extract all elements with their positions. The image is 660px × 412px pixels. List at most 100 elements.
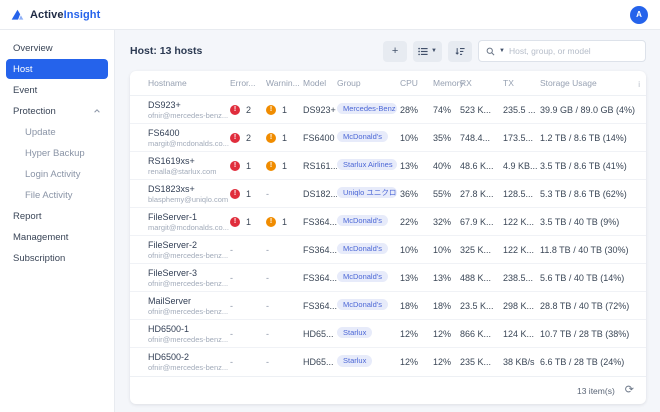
warning-cell: ! 1 bbox=[266, 104, 303, 115]
host-owner-email: ofnir@mercedes-benz... bbox=[148, 110, 229, 120]
cpu-cell: 12% bbox=[400, 328, 419, 339]
table-row[interactable]: HD6500-1 ofnir@mercedes-benz... - - HD65… bbox=[130, 320, 646, 348]
sidebar-item-file-activity[interactable]: File Activity bbox=[6, 185, 108, 205]
sidebar-item-label: Host bbox=[13, 63, 33, 75]
tx-cell: 238.5... bbox=[503, 272, 534, 283]
hostname-cell: DS1823xs+ blasphemy@uniqlo.com bbox=[148, 184, 230, 204]
model-cell: DS923+ bbox=[303, 104, 336, 115]
search-icon bbox=[486, 47, 495, 55]
table-row[interactable]: HD6500-2 ofnir@mercedes-benz... - - HD65… bbox=[130, 348, 646, 376]
host-table-card: Hostname Error... Warnin... Model Group … bbox=[130, 71, 646, 404]
group-chip[interactable]: McDonald's bbox=[337, 130, 388, 143]
error-count: 1 bbox=[246, 160, 252, 171]
column-header-truncated: i bbox=[638, 80, 640, 89]
column-header-error[interactable]: Error... bbox=[230, 78, 266, 88]
sort-button[interactable] bbox=[448, 40, 472, 62]
group-chip[interactable]: Starlux bbox=[337, 355, 373, 367]
hostname-cell: HD6500-1 ofnir@mercedes-benz... bbox=[148, 324, 230, 344]
memory-cell: 18% bbox=[433, 300, 452, 311]
column-header-model[interactable]: Model bbox=[303, 78, 337, 88]
tx-cell: 122 K... bbox=[503, 216, 535, 227]
warning-count: 1 bbox=[282, 104, 288, 115]
sidebar-item-label: Login Activity bbox=[25, 168, 81, 180]
sidebar-item-host[interactable]: Host bbox=[6, 59, 108, 79]
hostname-cell: FS6400 margit@mcdonalds.co... bbox=[148, 128, 230, 148]
host-name: RS1619xs+ bbox=[148, 155, 195, 166]
rx-cell: 523 K... bbox=[460, 104, 492, 115]
sidebar-item-update[interactable]: Update bbox=[6, 122, 108, 142]
view-mode-button[interactable]: ▼ bbox=[413, 40, 442, 62]
host-owner-email: ofnir@mercedes-benz... bbox=[148, 363, 229, 372]
add-host-button[interactable]: + bbox=[383, 40, 408, 62]
group-chip[interactable]: McDonald's bbox=[337, 270, 388, 283]
rx-cell: 27.8 K... bbox=[460, 188, 494, 199]
column-header-group[interactable]: Group bbox=[337, 78, 400, 88]
storage-usage-cell: 3.5 TB / 8.6 TB (41%) bbox=[540, 160, 627, 171]
hostname-cell: DS923+ ofnir@mercedes-benz... bbox=[148, 100, 230, 120]
memory-cell: 55% bbox=[433, 188, 452, 199]
error-empty: - bbox=[230, 244, 233, 255]
warning-cell: - bbox=[266, 329, 303, 339]
host-owner-email: margit@mcdonalds.co... bbox=[148, 138, 229, 148]
sidebar-item-event[interactable]: Event bbox=[6, 80, 108, 100]
group-cell: McDonald's bbox=[337, 298, 400, 313]
sidebar-item-protection[interactable]: Protection bbox=[6, 101, 108, 121]
column-header-memory[interactable]: Memory bbox=[433, 78, 464, 88]
user-avatar[interactable]: A bbox=[630, 5, 648, 24]
error-badge-icon: ! bbox=[230, 216, 240, 227]
group-chip[interactable]: McDonald's bbox=[337, 214, 388, 227]
sidebar-item-label: Overview bbox=[13, 42, 53, 54]
sidebar-item-report[interactable]: Report bbox=[6, 206, 108, 226]
model-cell: FS364... bbox=[303, 244, 337, 255]
error-cell: - bbox=[230, 357, 266, 367]
table-row[interactable]: FS6400 margit@mcdonalds.co... ! 2 ! 1 FS64… bbox=[130, 124, 646, 152]
table-row[interactable]: DS1823xs+ blasphemy@uniqlo.com ! 1 - DS18… bbox=[130, 180, 646, 208]
table-row[interactable]: FileServer-3 ofnir@mercedes-benz... - - … bbox=[130, 264, 646, 292]
sidebar-item-hyper-backup[interactable]: Hyper Backup bbox=[6, 143, 108, 163]
model-cell: FS364... bbox=[303, 272, 337, 283]
table-row[interactable]: RS1619xs+ renalla@starlux.com ! 1 ! 1 RS16… bbox=[130, 152, 646, 180]
column-header-rx[interactable]: RX bbox=[460, 78, 503, 88]
tx-cell: 124 K... bbox=[503, 328, 535, 339]
column-header-tx[interactable]: TX bbox=[503, 78, 540, 88]
model-cell: HD65... bbox=[303, 357, 334, 367]
table-row[interactable]: MailServer ofnir@mercedes-benz... - - FS… bbox=[130, 292, 646, 320]
refresh-icon[interactable]: ⟳ bbox=[625, 385, 634, 396]
error-cell: - bbox=[230, 245, 266, 255]
table-row[interactable]: FileServer-1 margit@mcdonalds.co... ! 1 !… bbox=[130, 208, 646, 236]
group-chip[interactable]: Mercedes-Benz bbox=[337, 102, 397, 115]
host-name: HD6500-2 bbox=[148, 352, 190, 362]
rx-cell: 67.9 K... bbox=[460, 216, 494, 227]
table-body: DS923+ ofnir@mercedes-benz... ! 2 ! 1 DS92… bbox=[130, 96, 646, 376]
group-chip[interactable]: Starlux Airlines bbox=[337, 158, 397, 171]
sidebar-item-label: Subscription bbox=[13, 252, 66, 264]
model-cell: FS364... bbox=[303, 216, 337, 227]
column-header-warning[interactable]: Warnin... bbox=[266, 78, 303, 88]
cpu-cell: 28% bbox=[400, 104, 419, 115]
sidebar-item-login-activity[interactable]: Login Activity bbox=[6, 164, 108, 184]
search-input[interactable] bbox=[508, 46, 638, 56]
group-chip[interactable]: McDonald's bbox=[337, 298, 388, 311]
table-row[interactable]: DS923+ ofnir@mercedes-benz... ! 2 ! 1 DS92… bbox=[130, 96, 646, 124]
sidebar-item-overview[interactable]: Overview bbox=[6, 38, 108, 58]
column-header-cpu[interactable]: CPU bbox=[400, 78, 433, 88]
column-header-storage-usage[interactable]: Storage Usage bbox=[540, 78, 636, 88]
group-chip[interactable]: Starlux bbox=[337, 326, 373, 339]
error-badge-icon: ! bbox=[230, 104, 240, 115]
brand-insight: Insight bbox=[63, 8, 101, 21]
cpu-cell: 10% bbox=[400, 244, 419, 255]
group-chip[interactable]: Uniqlo ユニクロ bbox=[337, 186, 397, 199]
sidebar-item-subscription[interactable]: Subscription bbox=[6, 248, 108, 268]
sidebar-item-label: Update bbox=[25, 126, 56, 138]
main-content: Host: 13 hosts + ▼ ▼ Host, group, or mod… bbox=[115, 30, 660, 412]
sidebar-item-label: File Activity bbox=[25, 189, 73, 201]
table-row[interactable]: FileServer-2 ofnir@mercedes-benz... - - … bbox=[130, 236, 646, 264]
sidebar-item-management[interactable]: Management bbox=[6, 227, 108, 247]
error-cell: ! 1 bbox=[230, 216, 266, 227]
column-header-hostname[interactable]: Hostname bbox=[148, 78, 230, 88]
group-chip[interactable]: McDonald's bbox=[337, 242, 388, 255]
warning-badge-icon: ! bbox=[266, 216, 276, 227]
search-filter-caret-icon[interactable]: ▼ bbox=[499, 48, 505, 54]
host-owner-email: ofnir@mercedes-benz... bbox=[148, 250, 229, 260]
error-badge-icon: ! bbox=[230, 160, 240, 171]
